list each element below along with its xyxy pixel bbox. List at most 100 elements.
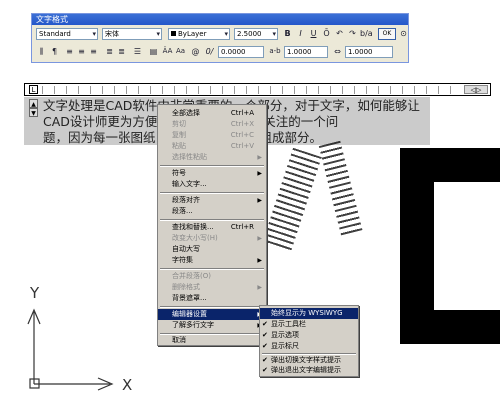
width-factor-field[interactable]: 1.0000: [345, 46, 393, 58]
align-left-icon[interactable]: ≡: [64, 46, 75, 57]
submenu-arrow-icon: ▶: [257, 257, 262, 264]
ok-button[interactable]: OK: [378, 28, 396, 40]
options-icon[interactable]: ⊙: [398, 28, 409, 39]
menu-separator: [160, 268, 264, 270]
submenu-item-wysiwyg[interactable]: 始终显示为 WYSIWYG: [260, 308, 358, 319]
bracket-shape: [400, 148, 434, 344]
menu-item-editor-settings[interactable]: 编辑器设置▶: [158, 309, 266, 320]
indent-marker[interactable]: L: [29, 85, 38, 94]
ucs-y-label: Y: [29, 284, 40, 302]
menu-separator: [160, 165, 264, 167]
toolbar-title[interactable]: 文字格式: [32, 14, 408, 25]
menu-item-autocaps[interactable]: 自动大写: [158, 244, 266, 255]
ucs-x-label: X: [122, 376, 132, 392]
menu-item-label: 字符集: [172, 256, 193, 264]
text-height-select[interactable]: 2.5000: [234, 28, 278, 40]
submenu-item-show-toolbar[interactable]: ✔ 显示工具栏: [260, 319, 358, 330]
columns-icon[interactable]: ⫼: [36, 46, 47, 57]
oblique-angle-icon: 0/: [205, 47, 214, 56]
check-icon: ✔: [262, 342, 268, 350]
menu-item-paragraph[interactable]: 段落...: [158, 206, 266, 217]
submenu-item-label: 显示标尺: [271, 342, 299, 350]
menu-item-shortcut: Ctrl+V: [230, 142, 254, 150]
submenu-item-label: 弹出切换文字样式提示: [271, 356, 341, 364]
menu-item-paste[interactable]: 粘贴 Ctrl+V: [158, 141, 266, 152]
redo-icon[interactable]: ↷: [347, 28, 358, 39]
style-select[interactable]: Standard: [36, 28, 98, 40]
check-icon: ✔: [262, 366, 268, 374]
menu-item-label: 选择性粘贴: [172, 153, 207, 161]
uppercase-icon[interactable]: ÄA: [162, 46, 173, 57]
menu-item-symbol[interactable]: 符号 ▶: [158, 168, 266, 179]
submenu-arrow-icon: ▶: [257, 170, 262, 177]
menu-item-change-case[interactable]: 改变大小写(H) ▶: [158, 233, 266, 244]
insert-field-icon[interactable]: ▤: [148, 46, 159, 57]
menu-item-cut[interactable]: 剪切 Ctrl+X: [158, 119, 266, 130]
bracket-shape: [434, 148, 500, 182]
bracket-shape: [434, 310, 500, 344]
stack-icon[interactable]: b/a: [360, 28, 373, 39]
align-center-icon[interactable]: ≡: [76, 46, 87, 57]
ruler-resize-arrows-icon[interactable]: ◁▷: [464, 85, 488, 94]
paragraph-icon[interactable]: ¶: [49, 46, 60, 57]
lowercase-icon[interactable]: Aa: [175, 46, 186, 57]
menu-item-label: 符号: [172, 169, 186, 177]
undo-icon[interactable]: ↶: [334, 28, 345, 39]
menu-item-select-all[interactable]: 全部选择 Ctrl+A: [158, 108, 266, 119]
symbol-icon[interactable]: @: [190, 46, 201, 57]
width-factor-icon: ⇔: [334, 47, 341, 56]
menu-item-background-mask[interactable]: 背景遮罩...: [158, 293, 266, 304]
menu-item-label: 取消: [172, 336, 186, 344]
menu-item-combine-paragraphs[interactable]: 合并段落(O): [158, 271, 266, 282]
context-menu: 全部选择 Ctrl+A 剪切 Ctrl+X 复制 Ctrl+C 粘贴 Ctrl+V 选择…: [157, 104, 267, 346]
menu-item-label: 段落对齐: [172, 196, 200, 204]
justify-icon[interactable]: ≣: [104, 46, 115, 57]
submenu-item-show-options[interactable]: ✔ 显示选项: [260, 330, 358, 341]
scroll-up-icon[interactable]: ▲: [29, 99, 38, 108]
submenu-arrow-icon: ▶: [257, 284, 262, 291]
ucs-icon: Y X: [27, 284, 132, 392]
numbering-icon[interactable]: ☰: [132, 46, 143, 57]
menu-item-label: 自动大写: [172, 245, 200, 253]
color-select[interactable]: ByLayer: [168, 28, 230, 40]
scroll-down-icon[interactable]: ▼: [29, 108, 38, 117]
menu-item-label: 段落...: [172, 207, 193, 215]
check-icon: ✔: [262, 320, 268, 328]
font-select[interactable]: 宋体: [102, 28, 162, 40]
submenu-item-exit-tip[interactable]: ✔ 弹出退出文字编辑提示: [260, 365, 358, 376]
menu-item-shortcut: Ctrl+A: [230, 109, 254, 117]
bold-button[interactable]: B: [282, 28, 293, 39]
submenu-arrow-icon: ▶: [257, 197, 262, 204]
tracking-field[interactable]: 1.0000: [284, 46, 328, 58]
menu-item-cancel[interactable]: 取消: [158, 335, 266, 346]
menu-item-paragraph-align[interactable]: 段落对齐 ▶: [158, 195, 266, 206]
submenu-item-label: 显示工具栏: [271, 320, 306, 328]
submenu-arrow-icon: ▶: [257, 154, 262, 161]
distribute-icon[interactable]: ≣: [116, 46, 127, 57]
menu-separator: [160, 192, 264, 194]
submenu-item-label: 弹出退出文字编辑提示: [271, 366, 341, 374]
menu-item-remove-formatting[interactable]: 删除格式 ▶: [158, 282, 266, 293]
menu-item-label: 复制: [172, 131, 186, 139]
menu-item-copy[interactable]: 复制 Ctrl+C: [158, 130, 266, 141]
color-select-label: ByLayer: [178, 30, 207, 38]
menu-item-label: 剪切: [172, 120, 186, 128]
menu-item-charset[interactable]: 字符集 ▶: [158, 255, 266, 266]
menu-item-find-replace[interactable]: 查找和替换... Ctrl+R: [158, 222, 266, 233]
menu-item-learn-mtext[interactable]: 了解多行文字▶: [158, 320, 266, 331]
overline-icon[interactable]: Ō: [321, 28, 332, 39]
italic-button[interactable]: I: [295, 28, 306, 39]
align-right-icon[interactable]: ≡: [88, 46, 99, 57]
oblique-angle-field[interactable]: 0.0000: [218, 46, 264, 58]
menu-item-label: 合并段落(O): [172, 272, 211, 280]
ruler[interactable]: L ◁▷: [24, 83, 491, 96]
menu-item-paste-special[interactable]: 选择性粘贴 ▶: [158, 152, 266, 163]
underline-button[interactable]: U: [308, 28, 319, 39]
menu-separator: [160, 219, 264, 221]
menu-item-import-text[interactable]: 输入文字...: [158, 179, 266, 190]
menu-item-label: 全部选择: [172, 109, 200, 117]
submenu-item-show-ruler[interactable]: ✔ 显示标尺: [260, 341, 358, 352]
rotated-text-drawing: [262, 147, 322, 253]
menu-item-label: 输入文字...: [172, 180, 207, 188]
text-format-toolbar: 文字格式 Standard 宋体 ByLayer 2.5000 B I U Ō …: [31, 13, 409, 63]
